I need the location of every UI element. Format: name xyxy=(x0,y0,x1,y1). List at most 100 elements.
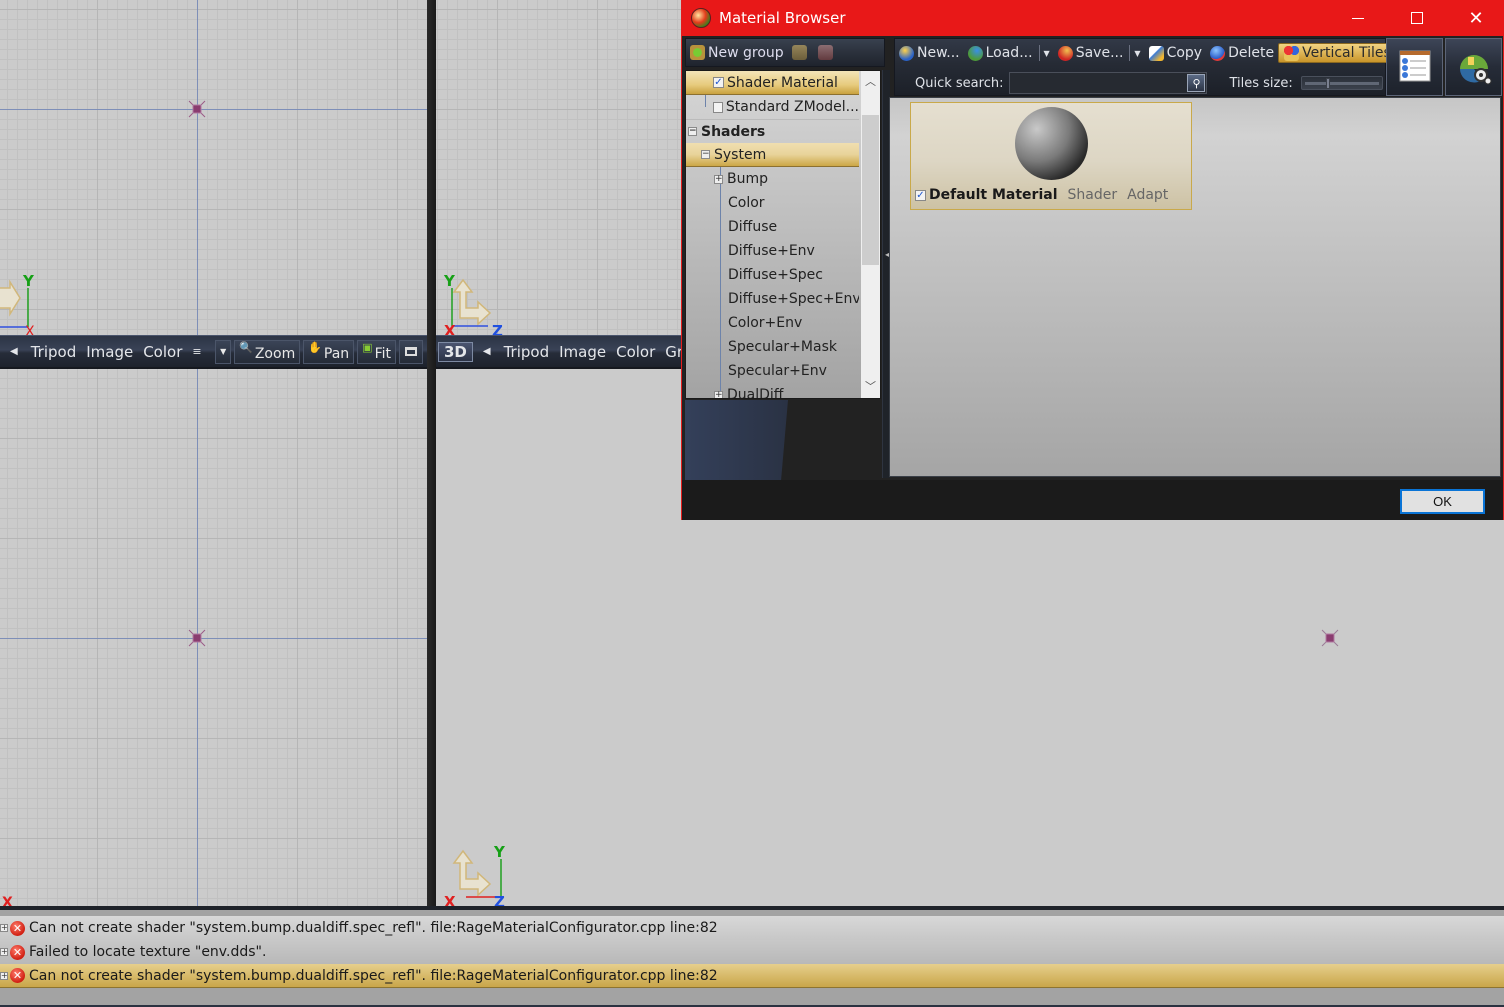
delete-group-button[interactable] xyxy=(814,45,840,60)
viewport-splitter-vertical[interactable] xyxy=(427,0,436,906)
tree-scrollbar[interactable]: ︿ ﹀ xyxy=(861,71,880,398)
tripod-menu[interactable]: Tripod xyxy=(499,343,555,361)
material-preview-sphere xyxy=(1015,107,1088,180)
tiles-size-slider[interactable] xyxy=(1300,76,1383,90)
app-logo-icon xyxy=(691,8,711,28)
image-menu[interactable]: Image xyxy=(81,343,138,361)
log-message: Failed to locate texture "env.dds". xyxy=(29,944,267,960)
tree-item-bump[interactable]: + Bump xyxy=(686,167,859,191)
origin-marker-icon xyxy=(188,629,206,647)
material-tile[interactable]: ✓ Default Material Shader Adapt xyxy=(910,102,1192,210)
checkbox-unchecked[interactable] xyxy=(713,101,723,113)
view-mode-3d-button[interactable]: 3D xyxy=(438,341,473,362)
tree-item-label: Specular+Env xyxy=(728,363,827,379)
tripod-menu[interactable]: Tripod xyxy=(26,343,82,361)
delete-label: Delete xyxy=(1228,45,1275,61)
maximize-button[interactable] xyxy=(1388,0,1446,36)
save-dropdown-icon[interactable]: ▼ xyxy=(1134,49,1140,58)
material-type: Shader xyxy=(1067,187,1118,203)
save-label: Save... xyxy=(1075,45,1124,61)
vertical-tiles-label: Vertical Tiles xyxy=(1302,45,1391,61)
expand-icon[interactable]: + xyxy=(714,390,723,398)
vertical-tiles-toggle[interactable]: Vertical Tiles xyxy=(1278,43,1397,63)
new-group-button[interactable]: New group xyxy=(686,45,788,61)
toolbar-scroll-left-icon[interactable]: ◀ xyxy=(473,346,499,357)
copy-button[interactable]: Copy xyxy=(1145,45,1207,61)
settings-button[interactable] xyxy=(1445,38,1502,96)
list-view-button[interactable] xyxy=(1386,38,1443,96)
dialog-titlebar[interactable]: Material Browser ✕ xyxy=(682,0,1504,36)
tree-item-diffuse-env[interactable]: Diffuse+Env xyxy=(686,239,859,263)
search-icon: ⚲ xyxy=(1192,76,1201,90)
axis-label-x: X xyxy=(25,324,35,335)
tree-item-standard-zmodel[interactable]: Standard ZModel... xyxy=(686,95,859,119)
expand-icon[interactable]: + xyxy=(0,924,8,932)
log-entry[interactable]: + ✕ Can not create shader "system.bump.d… xyxy=(0,916,1504,940)
tree-item-label: Color xyxy=(728,195,765,211)
app-root: Y X Y X Z ◀ Tripod Image Color ≡ ▼ 🔍 Zoom… xyxy=(0,0,1504,1007)
color-menu[interactable]: Color xyxy=(138,343,187,361)
tree-item-color-env[interactable]: Color+Env xyxy=(686,311,859,335)
expand-icon[interactable]: + xyxy=(714,174,723,184)
ok-button[interactable]: OK xyxy=(1400,489,1485,514)
fit-button[interactable]: ▣ Fit xyxy=(357,339,396,364)
tree-item-dualdiff[interactable]: + DualDiff xyxy=(686,383,859,398)
scroll-down-icon[interactable]: ﹀ xyxy=(861,378,880,396)
tree-item-shader-material[interactable]: ✓ Shader Material xyxy=(686,71,859,95)
save-icon xyxy=(1057,45,1073,61)
log-entry[interactable]: + ✕ Failed to locate texture "env.dds". xyxy=(0,940,1504,964)
scrollbar-thumb[interactable] xyxy=(862,115,879,265)
axis-label-x: X xyxy=(2,895,13,906)
pan-button[interactable]: ✋ Pan xyxy=(303,339,355,364)
minimize-button[interactable] xyxy=(1329,0,1387,36)
search-button[interactable]: ⚲ xyxy=(1187,74,1206,92)
view-dropdown-button[interactable]: ▼ xyxy=(215,339,232,364)
viewport-top-left[interactable]: Y X xyxy=(0,0,427,335)
new-group-label: New group xyxy=(708,44,784,61)
minimize-icon xyxy=(1352,17,1364,19)
overflow-menu-icon[interactable]: ≡ xyxy=(187,345,206,358)
maximize-viewport-button[interactable] xyxy=(399,339,423,364)
tree-item-label: Diffuse+Spec+Env xyxy=(728,291,859,307)
expand-icon[interactable]: + xyxy=(0,971,8,980)
tree-item-label: Shaders xyxy=(701,123,766,140)
tree-item-label: Diffuse+Spec xyxy=(728,267,823,283)
delete-button[interactable]: Delete xyxy=(1206,45,1278,61)
tree-item-color[interactable]: Color xyxy=(686,191,859,215)
hand-icon: ✋ xyxy=(308,340,322,354)
open-group-button[interactable] xyxy=(788,45,814,60)
tree-item-diffuse-spec[interactable]: Diffuse+Spec xyxy=(686,263,859,287)
slider-thumb[interactable] xyxy=(1326,78,1331,89)
grid-axis-horizontal xyxy=(0,109,427,110)
viewport-bottom-left[interactable]: X xyxy=(0,369,427,906)
save-button[interactable]: Save... xyxy=(1054,45,1128,61)
zoom-button[interactable]: 🔍 Zoom xyxy=(234,339,301,364)
tree-item-specular-mask[interactable]: Specular+Mask xyxy=(686,335,859,359)
collapse-icon[interactable]: − xyxy=(688,127,697,136)
dialog-footer xyxy=(682,480,1503,520)
quick-search-input[interactable] xyxy=(1010,73,1189,93)
split-divider xyxy=(1038,45,1040,61)
color-menu[interactable]: Color xyxy=(611,343,660,361)
checkbox-checked[interactable]: ✓ xyxy=(713,77,724,88)
tree-item-diffuse-spec-env[interactable]: Diffuse+Spec+Env xyxy=(686,287,859,311)
log-entry-selected[interactable]: + ✕ Can not create shader "system.bump.d… xyxy=(0,964,1504,988)
copy-label: Copy xyxy=(1166,45,1203,61)
viewport-top-right[interactable]: Y X Z xyxy=(436,0,682,335)
toolbar-scroll-left-icon[interactable]: ◀ xyxy=(0,346,26,357)
tree-item-system[interactable]: − System xyxy=(686,143,859,167)
material-mode: Adapt xyxy=(1127,187,1169,203)
scroll-up-icon[interactable]: ︿ xyxy=(861,73,880,91)
tree-item-specular-env[interactable]: Specular+Env xyxy=(686,359,859,383)
load-label: Load... xyxy=(985,45,1033,61)
load-dropdown-icon[interactable]: ▼ xyxy=(1044,49,1050,58)
expand-icon[interactable]: + xyxy=(0,948,8,956)
load-button[interactable]: Load... xyxy=(964,45,1037,61)
checkbox-checked[interactable]: ✓ xyxy=(915,189,926,201)
new-material-button[interactable]: New... xyxy=(895,45,964,61)
tree-group-shaders[interactable]: − Shaders xyxy=(686,119,859,143)
collapse-icon[interactable]: − xyxy=(701,150,710,159)
tree-item-diffuse[interactable]: Diffuse xyxy=(686,215,859,239)
image-menu[interactable]: Image xyxy=(554,343,611,361)
close-button[interactable]: ✕ xyxy=(1447,0,1504,36)
